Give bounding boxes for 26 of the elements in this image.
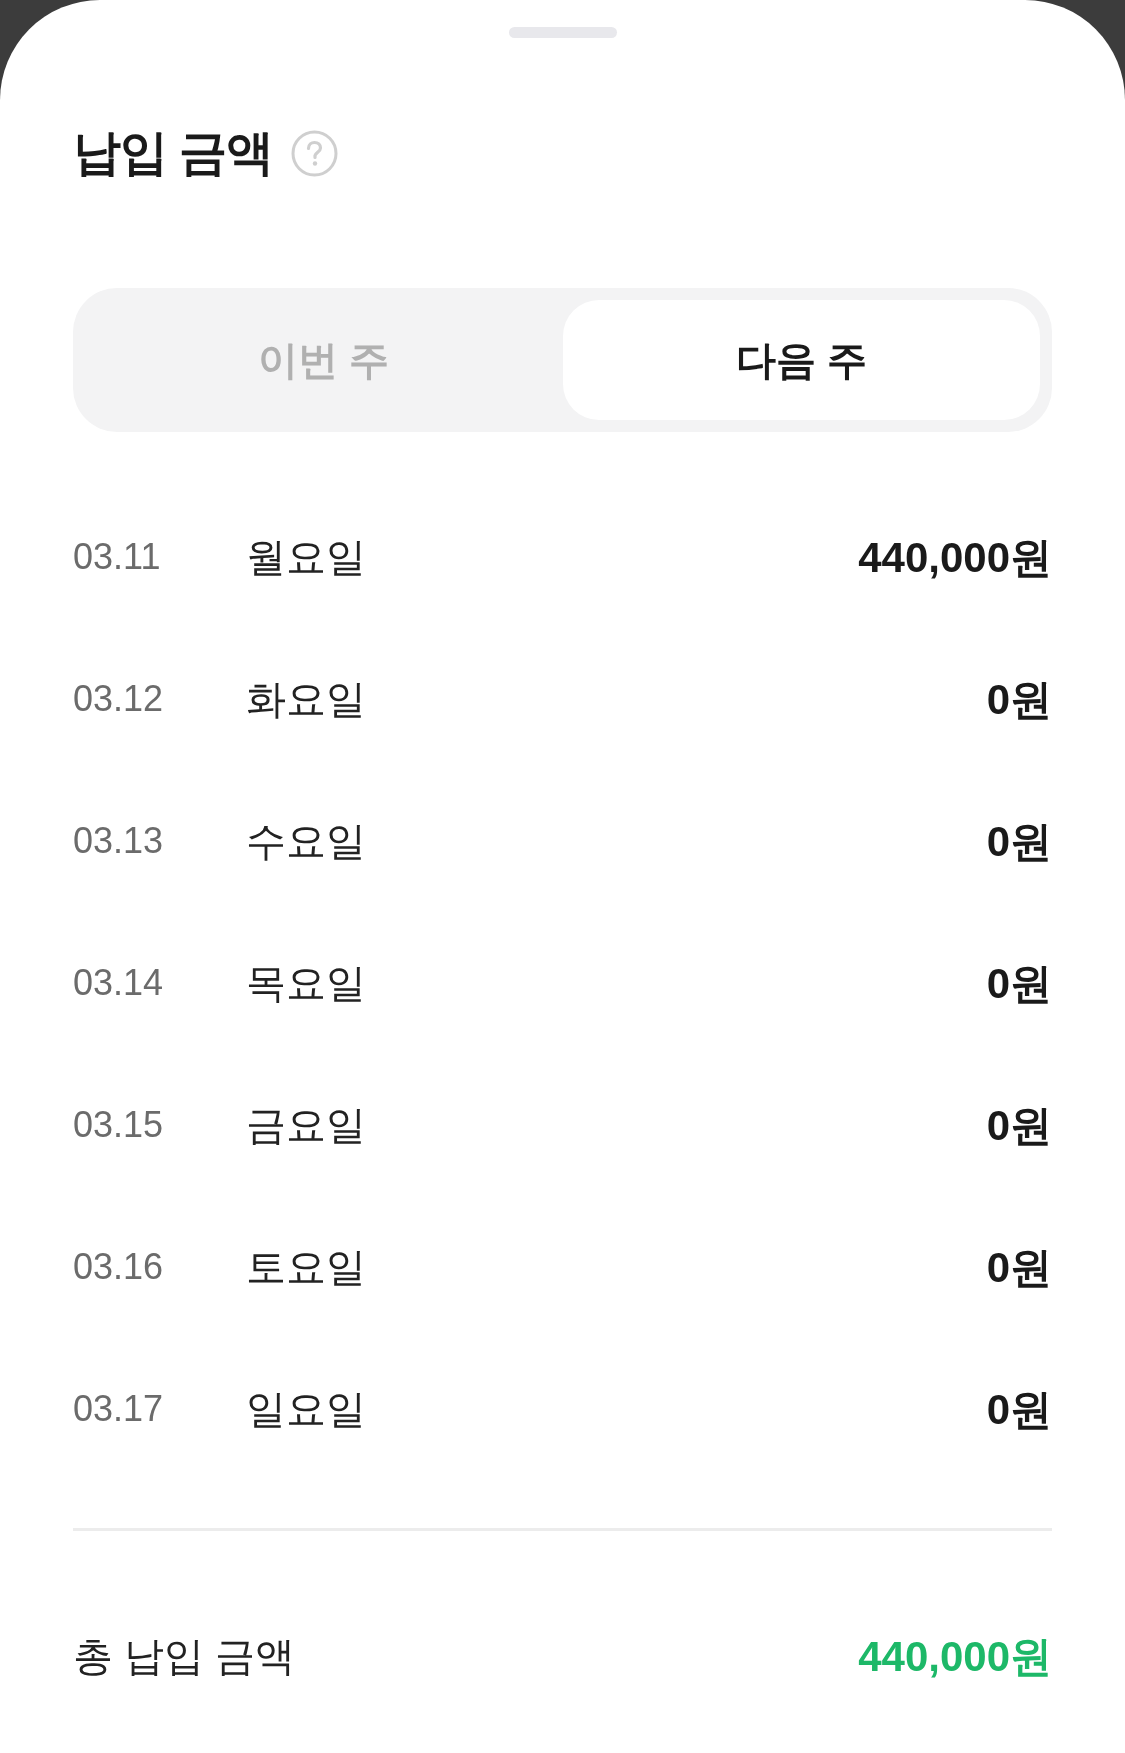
date-label: 03.16 <box>73 1245 165 1289</box>
total-amount: 440,000원 <box>858 1631 1052 1682</box>
week-tab[interactable]: 다음 주 <box>562 300 1040 420</box>
weekday-label: 화요일 <box>246 676 366 723</box>
amount-value: 0원 <box>986 958 1052 1009</box>
amount-value: 0원 <box>986 1242 1052 1293</box>
date-label: 03.13 <box>73 819 165 863</box>
date-label: 03.11 <box>73 535 162 579</box>
date-label: 03.14 <box>73 961 165 1005</box>
date-label: 03.17 <box>73 1387 165 1431</box>
weekday-label: 토요일 <box>246 1244 366 1291</box>
amount-value: 0원 <box>986 816 1052 867</box>
help-icon[interactable] <box>291 129 339 177</box>
weekday-label: 목요일 <box>246 960 366 1007</box>
amount-value: 0원 <box>986 1384 1052 1435</box>
date-label: 03.15 <box>73 1103 165 1147</box>
amount-value: 0원 <box>986 674 1052 725</box>
sheet-title: 납입 금액 <box>73 129 274 177</box>
date-label: 03.12 <box>73 677 165 721</box>
weekday-label: 수요일 <box>246 818 366 865</box>
weekday-label: 금요일 <box>246 1102 366 1149</box>
total-label: 총 납입 금액 <box>73 1633 296 1680</box>
amount-value: 440,000원 <box>858 532 1052 583</box>
weekday-label: 월요일 <box>246 534 366 581</box>
weekday-label: 일요일 <box>246 1386 366 1433</box>
amount-value: 0원 <box>986 1100 1052 1151</box>
